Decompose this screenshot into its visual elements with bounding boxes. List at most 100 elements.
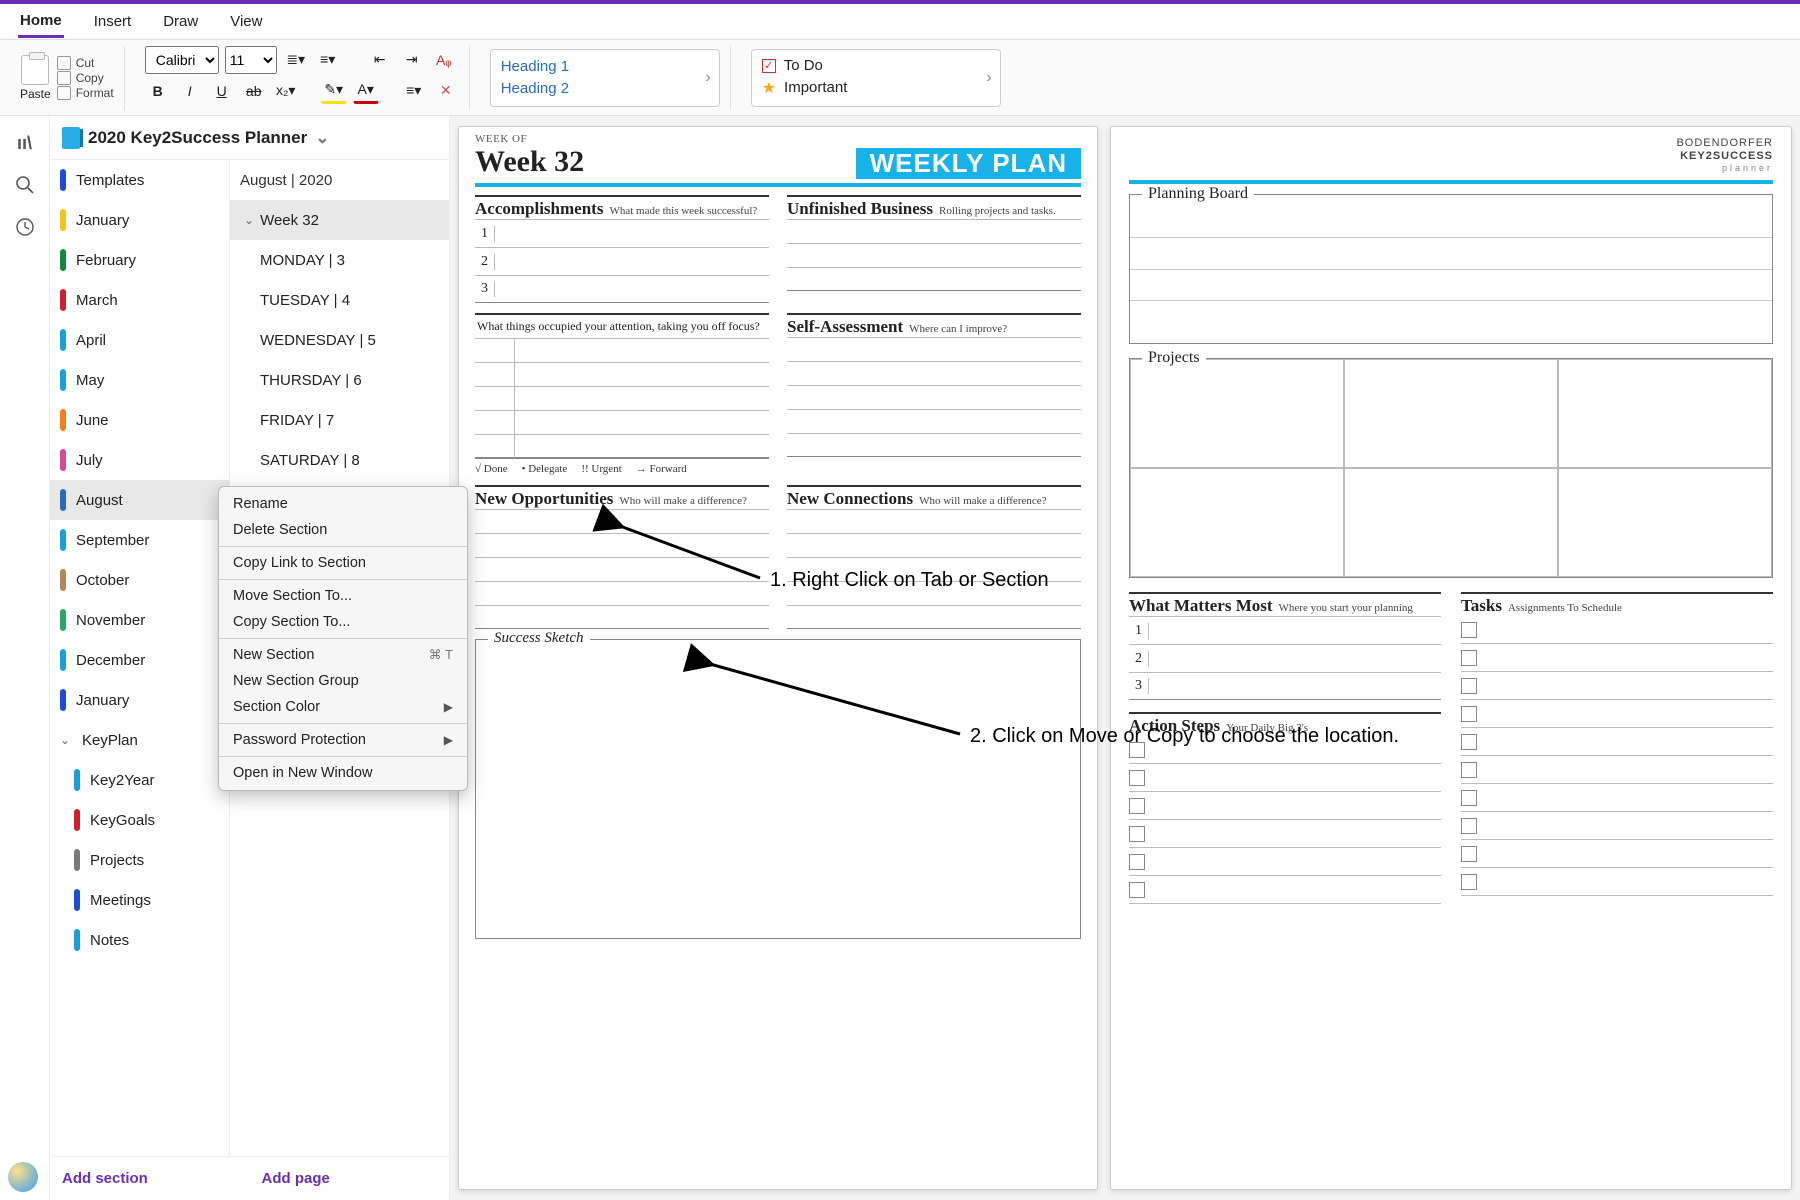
ctx-section-color[interactable]: Section Color▶ — [219, 694, 467, 720]
ctx-copy-to[interactable]: Copy Section To... — [219, 609, 467, 635]
list-item[interactable] — [1461, 672, 1773, 700]
sidebar-section[interactable]: KeyGoals — [50, 800, 229, 840]
strike-button[interactable]: ab — [241, 78, 267, 104]
bold-button[interactable]: B — [145, 78, 171, 104]
bullets-button[interactable]: ≣▾ — [283, 47, 309, 73]
list-item[interactable]: 2 — [1129, 644, 1441, 672]
list-item[interactable] — [1461, 644, 1773, 672]
sidebar-section[interactable]: November — [50, 600, 229, 640]
list-item[interactable]: 2 — [475, 247, 769, 275]
sidebar-section[interactable]: September — [50, 520, 229, 560]
format-painter-button[interactable]: Format — [57, 86, 114, 100]
page-item[interactable]: SATURDAY | 8 — [230, 440, 449, 480]
ctx-new-group[interactable]: New Section Group — [219, 668, 467, 694]
underline-button[interactable]: U — [209, 78, 235, 104]
search-icon[interactable] — [14, 174, 36, 196]
sidebar-section[interactable]: February — [50, 240, 229, 280]
sidebar-section[interactable]: Templates — [50, 160, 229, 200]
ctx-rename[interactable]: Rename — [219, 491, 467, 517]
ctx-open-window[interactable]: Open in New Window — [219, 760, 467, 786]
avatar[interactable] — [8, 1162, 38, 1192]
list-item[interactable] — [1461, 840, 1773, 868]
sidebar-section[interactable]: Projects — [50, 840, 229, 880]
tag-todo[interactable]: ✓To Do — [762, 57, 990, 74]
page-item[interactable]: FRIDAY | 7 — [230, 400, 449, 440]
sidebar-section[interactable]: April — [50, 320, 229, 360]
list-item[interactable] — [1461, 812, 1773, 840]
recent-icon[interactable] — [14, 216, 36, 238]
numbering-button[interactable]: ≡▾ — [315, 47, 341, 73]
sidebar-section[interactable]: December — [50, 640, 229, 680]
success-sketch-box[interactable]: Success Sketch — [475, 639, 1081, 939]
tab-draw[interactable]: Draw — [161, 7, 200, 36]
delete-button[interactable]: ✕ — [433, 78, 459, 104]
sidebar-section[interactable]: Notes — [50, 920, 229, 960]
ctx-password[interactable]: Password Protection▶ — [219, 727, 467, 753]
sidebar-section[interactable]: Key2Year — [50, 760, 229, 800]
add-section-button[interactable]: Add section — [50, 1170, 250, 1187]
page-item[interactable]: THURSDAY | 6 — [230, 360, 449, 400]
subscript-button[interactable]: x₂▾ — [273, 78, 299, 104]
list-item[interactable] — [1129, 876, 1441, 904]
sidebar-section[interactable]: January — [50, 200, 229, 240]
page-item[interactable]: MONDAY | 3 — [230, 240, 449, 280]
list-item[interactable]: 3 — [475, 275, 769, 303]
planning-board-box[interactable]: Planning Board — [1129, 194, 1773, 344]
list-item[interactable] — [1461, 700, 1773, 728]
ctx-move-to[interactable]: Move Section To... — [219, 583, 467, 609]
italic-button[interactable]: I — [177, 78, 203, 104]
projects-grid[interactable]: Projects — [1129, 358, 1773, 578]
list-item[interactable] — [1461, 616, 1773, 644]
paste-button[interactable]: Paste — [20, 55, 51, 101]
ctx-copy-link[interactable]: Copy Link to Section — [219, 550, 467, 576]
tags-gallery[interactable]: ✓To Do ★Important › — [751, 49, 1001, 107]
sidebar-section[interactable]: January — [50, 680, 229, 720]
add-page-button[interactable]: Add page — [250, 1170, 450, 1187]
list-item[interactable] — [787, 243, 1081, 267]
list-item[interactable] — [1129, 792, 1441, 820]
highlight-button[interactable]: ✎▾ — [321, 78, 347, 104]
style-heading2[interactable]: Heading 2 — [501, 80, 709, 97]
font-size-select[interactable]: 11 — [225, 46, 277, 74]
cut-button[interactable]: Cut — [57, 56, 114, 70]
notebook-header[interactable]: 2020 Key2Success Planner ⌄ — [50, 116, 449, 160]
page-canvas[interactable]: 1. Right Click on Tab or Section 2. Clic… — [450, 116, 1800, 1200]
sidebar-section[interactable]: July — [50, 440, 229, 480]
list-item[interactable] — [1461, 756, 1773, 784]
sidebar-section[interactable]: August — [50, 480, 229, 520]
list-item[interactable] — [1129, 736, 1441, 764]
keyplan-group[interactable]: ⌄ KeyPlan — [50, 720, 229, 760]
sidebar-section[interactable]: Meetings — [50, 880, 229, 920]
outdent-button[interactable]: ⇤ — [367, 47, 393, 73]
onenote-icon[interactable]: ıı\ — [14, 132, 36, 154]
tab-view[interactable]: View — [228, 7, 264, 36]
list-item[interactable] — [1129, 848, 1441, 876]
ctx-new-section[interactable]: New Section⌘ T — [219, 642, 467, 668]
list-item[interactable]: 3 — [1129, 672, 1441, 700]
tag-important[interactable]: ★Important — [762, 78, 990, 98]
page-item[interactable]: ⌄Week 32 — [230, 200, 449, 240]
style-heading1[interactable]: Heading 1 — [501, 58, 709, 75]
align-button[interactable]: ≡▾ — [401, 78, 427, 104]
tab-insert[interactable]: Insert — [92, 7, 134, 36]
page-item[interactable]: TUESDAY | 4 — [230, 280, 449, 320]
font-family-select[interactable]: Calibri — [145, 46, 219, 74]
styles-gallery[interactable]: Heading 1 Heading 2 › — [490, 49, 720, 107]
clear-format-button[interactable]: Aᵩ — [431, 47, 457, 73]
list-item[interactable] — [1129, 820, 1441, 848]
list-item[interactable]: 1 — [1129, 616, 1441, 644]
font-color-button[interactable]: A▾ — [353, 78, 379, 104]
sidebar-section[interactable]: March — [50, 280, 229, 320]
list-item[interactable] — [1129, 764, 1441, 792]
list-item[interactable] — [1461, 868, 1773, 896]
list-item[interactable] — [787, 267, 1081, 291]
indent-button[interactable]: ⇥ — [399, 47, 425, 73]
sidebar-section[interactable]: June — [50, 400, 229, 440]
list-item[interactable] — [1461, 784, 1773, 812]
list-item[interactable]: 1 — [475, 219, 769, 247]
page-item[interactable]: WEDNESDAY | 5 — [230, 320, 449, 360]
list-item[interactable] — [1461, 728, 1773, 756]
copy-button[interactable]: Copy — [57, 71, 114, 85]
sidebar-section[interactable]: October — [50, 560, 229, 600]
list-item[interactable] — [787, 219, 1081, 243]
